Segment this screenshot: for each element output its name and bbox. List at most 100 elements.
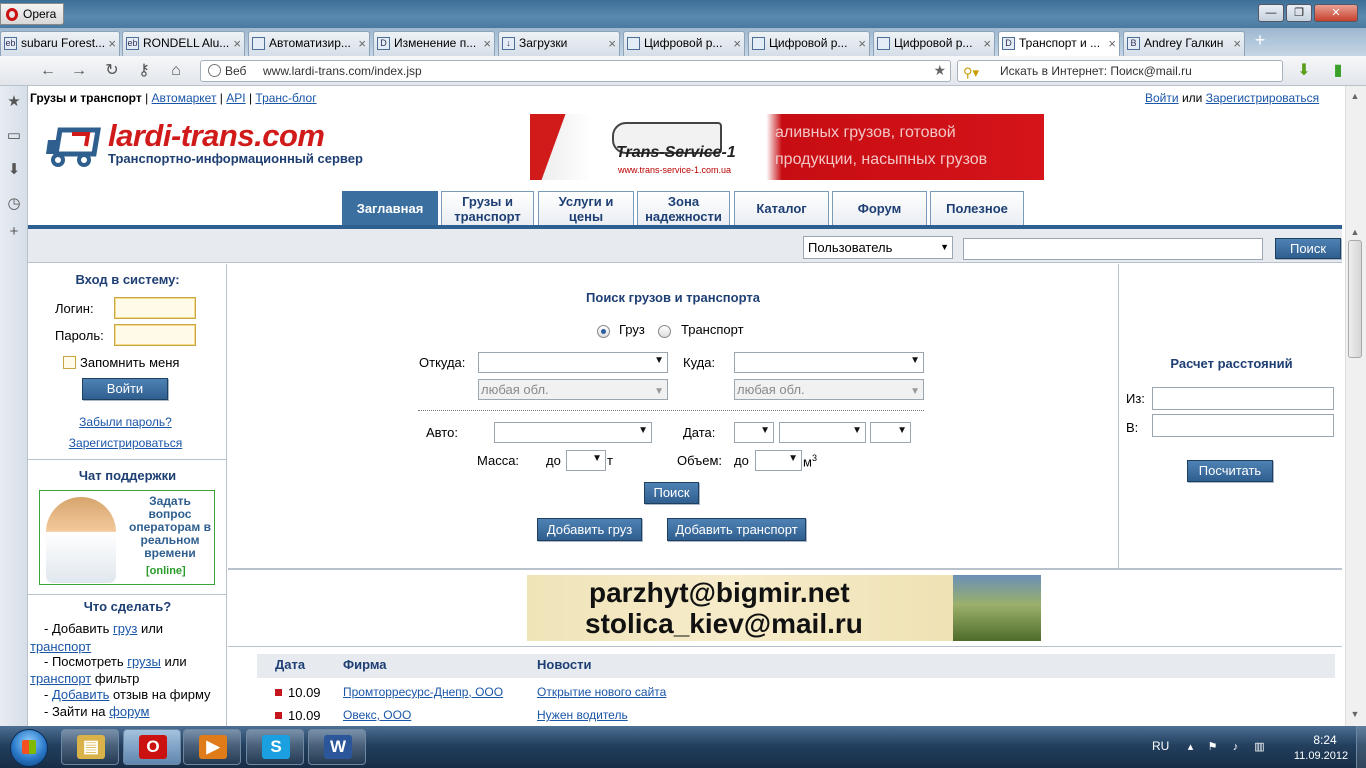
close-tab-icon[interactable]: × xyxy=(1233,32,1241,55)
bookmark-star-icon[interactable]: ★ xyxy=(933,62,946,79)
automarket-link[interactable]: Автомаркет xyxy=(152,91,217,105)
forward-icon[interactable]: → xyxy=(68,61,90,81)
menu-tab-services[interactable]: Услуги и цены xyxy=(538,191,634,225)
tray-flag-icon[interactable]: ⚑ xyxy=(1206,741,1219,754)
menu-tab-useful[interactable]: Полезное xyxy=(930,191,1024,225)
download-icon[interactable]: ⬇ xyxy=(1293,61,1315,81)
login-link[interactable]: Войти xyxy=(1145,91,1179,105)
restore-button[interactable]: ❐ xyxy=(1286,4,1312,22)
calculate-distance-button[interactable]: Посчитать xyxy=(1187,460,1273,482)
add-transport-link[interactable]: транспорт xyxy=(30,639,91,654)
browser-tab[interactable]: B Andrey Галкин × xyxy=(1123,31,1245,56)
web-badge[interactable]: Веб xyxy=(205,63,250,79)
menu-tab-cargo-transport[interactable]: Грузы и транспорт xyxy=(441,191,534,225)
close-tab-icon[interactable]: × xyxy=(358,32,366,55)
taskbar-skype-button[interactable]: S xyxy=(246,729,304,765)
address-url[interactable]: www.lardi-trans.com/index.jsp xyxy=(263,64,422,78)
news-item-link[interactable]: Нужен водитель xyxy=(537,708,628,722)
signal-icon[interactable]: ▮ xyxy=(1327,61,1349,81)
menu-tab-forum[interactable]: Форум xyxy=(832,191,927,225)
scroll-up-arrow-icon[interactable]: ▲ xyxy=(1346,224,1364,240)
language-indicator[interactable]: RU xyxy=(1152,739,1169,753)
browser-tab[interactable]: Цифровой р... × xyxy=(748,31,870,56)
browser-tab[interactable]: eb RONDELL Alu... × xyxy=(122,31,245,56)
volume-icon[interactable]: ♪ xyxy=(1229,741,1242,754)
mass-select[interactable]: ▼ xyxy=(566,450,606,471)
register-link[interactable]: Зарегистрироваться xyxy=(1206,91,1319,105)
forum-link[interactable]: форум xyxy=(109,704,149,719)
close-tab-icon[interactable]: × xyxy=(858,32,866,55)
news-firm-link[interactable]: Овекс, ООО xyxy=(343,708,411,722)
forgot-password-link[interactable]: Забыли пароль? xyxy=(28,415,223,429)
cargo-search-button[interactable]: Поиск xyxy=(644,482,699,504)
support-chat-banner[interactable]: Задать вопрос операторам в реальном врем… xyxy=(39,490,215,585)
scroll-down-icon[interactable]: ▼ xyxy=(1346,706,1364,722)
downloads-panel-icon[interactable]: ⬇ xyxy=(4,160,24,180)
transblog-link[interactable]: Транс-блог xyxy=(255,91,316,105)
start-button[interactable] xyxy=(2,728,58,767)
transport-radio[interactable] xyxy=(658,325,671,338)
distance-to-input[interactable] xyxy=(1152,414,1334,437)
news-item-link[interactable]: Открытие нового сайта xyxy=(537,685,666,699)
close-tab-icon[interactable]: × xyxy=(483,32,491,55)
home-icon[interactable]: ⌂ xyxy=(165,61,187,81)
key-icon[interactable]: ⚷ xyxy=(133,61,155,81)
register-link-left[interactable]: Зарегистрироваться xyxy=(28,436,223,450)
close-tab-icon[interactable]: × xyxy=(608,32,616,55)
to-region-select[interactable]: любая обл. ▼ xyxy=(734,379,924,400)
history-icon[interactable]: ◷ xyxy=(4,194,24,214)
add-transport-button[interactable]: Добавить транспорт xyxy=(667,518,806,541)
clock-date[interactable]: 11.09.2012 xyxy=(1286,750,1356,762)
remember-checkbox[interactable] xyxy=(63,356,76,369)
menu-tab-reliability[interactable]: Зона надежности xyxy=(637,191,730,225)
menu-tab-catalog[interactable]: Каталог xyxy=(734,191,829,225)
scroll-up-icon[interactable]: ▲ xyxy=(1346,88,1364,104)
truck-logo-icon[interactable] xyxy=(44,124,102,168)
clock-time[interactable]: 8:24 xyxy=(1300,733,1350,747)
taskbar-explorer-button[interactable]: ▤ xyxy=(61,729,119,765)
browser-tab[interactable]: Цифровой р... × xyxy=(873,31,995,56)
view-transport-link[interactable]: транспорт xyxy=(30,671,91,686)
browser-tab[interactable]: ↓ Загрузки × xyxy=(498,31,620,56)
volume-select[interactable]: ▼ xyxy=(755,450,802,471)
close-tab-icon[interactable]: × xyxy=(1108,32,1116,55)
date-year-select[interactable]: ▼ xyxy=(870,422,911,443)
user-search-button[interactable]: Поиск xyxy=(1275,238,1341,259)
address-bar[interactable]: Веб www.lardi-trans.com/index.jsp ★ xyxy=(200,60,951,82)
distance-from-input[interactable] xyxy=(1152,387,1334,410)
add-cargo-link[interactable]: груз xyxy=(113,621,137,636)
from-region-select[interactable]: любая обл. ▼ xyxy=(478,379,668,400)
news-firm-link[interactable]: Промторресурс-Днепр, ООО xyxy=(343,685,503,699)
from-select[interactable]: ▼ xyxy=(478,352,668,373)
search-engine-icon[interactable]: ⚲▾ xyxy=(963,63,979,83)
email-ad-banner[interactable]: parzhyt@bigmir.net stolica_kiev@mail.ru xyxy=(527,575,1041,641)
add-review-link[interactable]: Добавить xyxy=(52,687,109,702)
user-search-input[interactable] xyxy=(963,238,1263,260)
add-panel-icon[interactable]: + xyxy=(4,222,24,242)
browser-tab[interactable]: Автоматизир... × xyxy=(248,31,370,56)
date-month-select[interactable]: ▼ xyxy=(779,422,866,443)
close-tab-icon[interactable]: × xyxy=(108,32,116,55)
user-type-select[interactable]: Пользователь ▼ xyxy=(803,236,953,259)
notes-icon[interactable]: ▭ xyxy=(4,126,24,146)
opera-menu-button[interactable]: Opera xyxy=(0,3,64,25)
tray-arrow-icon[interactable]: ▴ xyxy=(1184,741,1197,754)
add-cargo-button[interactable]: Добавить груз xyxy=(537,518,642,541)
minimize-button[interactable]: — xyxy=(1258,4,1284,22)
view-cargo-link[interactable]: грузы xyxy=(127,654,161,669)
taskbar-opera-button[interactable]: O xyxy=(123,729,181,765)
reload-icon[interactable]: ↻ xyxy=(101,61,123,81)
browser-tab[interactable]: D Изменение п... × xyxy=(373,31,495,56)
web-search-input[interactable]: ⚲▾ Искать в Интернет: Поиск@mail.ru xyxy=(957,60,1283,82)
close-tab-icon[interactable]: × xyxy=(233,32,241,55)
close-window-button[interactable]: ✕ xyxy=(1314,4,1358,22)
login-submit-button[interactable]: Войти xyxy=(82,378,168,400)
browser-tab[interactable]: Цифровой р... × xyxy=(623,31,745,56)
date-day-select[interactable]: ▼ xyxy=(734,422,774,443)
back-icon[interactable]: ← xyxy=(37,61,59,81)
password-input[interactable] xyxy=(114,324,196,346)
close-tab-icon[interactable]: × xyxy=(733,32,741,55)
to-select[interactable]: ▼ xyxy=(734,352,924,373)
login-input[interactable] xyxy=(114,297,196,319)
network-icon[interactable]: ▥ xyxy=(1253,741,1266,754)
